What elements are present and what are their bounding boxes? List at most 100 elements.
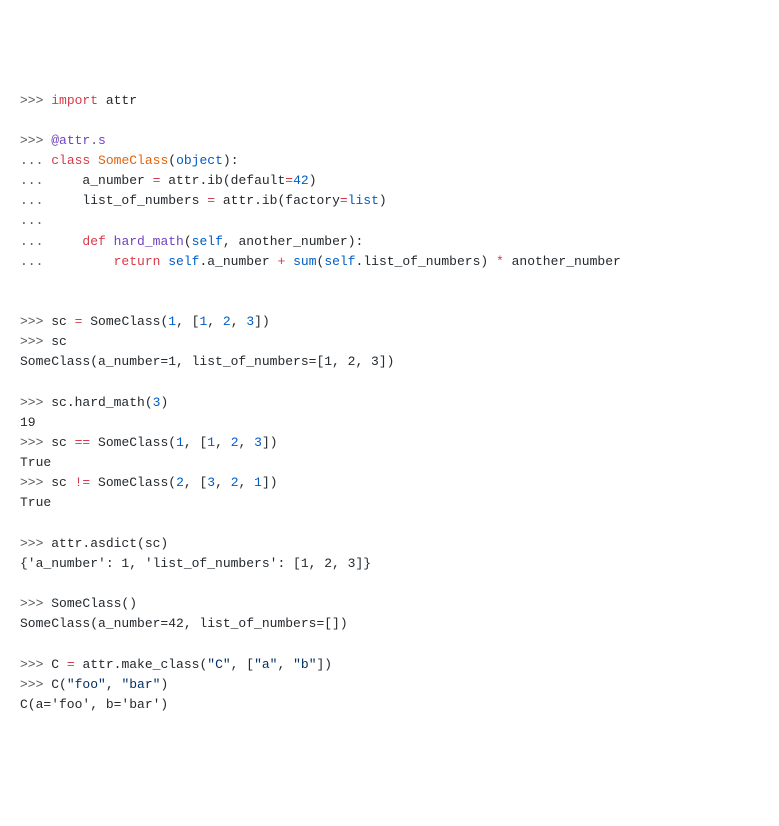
code-token: 2 xyxy=(176,475,184,490)
code-token: ]) xyxy=(317,657,333,672)
code-token: "b" xyxy=(293,657,316,672)
code-token: sc xyxy=(51,334,67,349)
code-token: 3 xyxy=(246,314,254,329)
code-token: , xyxy=(215,475,231,490)
code-token: , xyxy=(215,435,231,450)
code-token: 2 xyxy=(231,435,239,450)
code-line: >>> sc != SomeClass(2, [3, 2, 1]) xyxy=(20,475,278,490)
code-token: , xyxy=(106,677,122,692)
code-token: sc xyxy=(51,475,74,490)
code-token xyxy=(285,254,293,269)
code-token: ]) xyxy=(262,475,278,490)
code-token: SomeClass xyxy=(98,153,168,168)
code-token: C( xyxy=(51,677,67,692)
code-line: >>> C("foo", "bar") xyxy=(20,677,168,692)
code-token: ) xyxy=(160,395,168,410)
code-token: self xyxy=(192,234,223,249)
code-line: ... class SomeClass(object): xyxy=(20,153,239,168)
code-line: {'a_number': 1, 'list_of_numbers': [1, 2… xyxy=(20,556,371,571)
code-token: , another_number): xyxy=(223,234,363,249)
code-token: self xyxy=(324,254,355,269)
code-token: .list_of_numbers) xyxy=(356,254,496,269)
code-token: attr.asdict(sc) xyxy=(51,536,168,551)
code-token: .a_number xyxy=(199,254,277,269)
code-token: a_number xyxy=(82,173,152,188)
code-token: , [ xyxy=(184,475,207,490)
code-token: , xyxy=(239,475,255,490)
code-token: def xyxy=(82,234,105,249)
code-line: >>> attr.asdict(sc) xyxy=(20,536,168,551)
code-token: >>> xyxy=(20,93,51,108)
code-token: , xyxy=(231,314,247,329)
code-token: import xyxy=(51,93,98,108)
code-token: sum xyxy=(293,254,316,269)
code-token: sc.hard_math( xyxy=(51,395,152,410)
code-token: ( xyxy=(168,153,176,168)
code-token: ]) xyxy=(254,314,270,329)
code-line: >>> sc.hard_math(3) xyxy=(20,395,168,410)
code-token: * xyxy=(496,254,504,269)
code-token: True xyxy=(20,495,51,510)
code-token: = xyxy=(67,657,75,672)
code-token: "C" xyxy=(207,657,230,672)
code-token xyxy=(106,234,114,249)
code-line: >>> C = attr.make_class("C", ["a", "b"]) xyxy=(20,657,332,672)
code-token: list xyxy=(348,193,379,208)
code-token: >>> xyxy=(20,435,51,450)
code-token: 42 xyxy=(293,173,309,188)
code-token: = xyxy=(207,193,215,208)
code-token: SomeClass(a_number=42, list_of_numbers=[… xyxy=(20,616,348,631)
code-token: 1 xyxy=(254,475,262,490)
code-line: ... return self.a_number + sum(self.list… xyxy=(20,254,621,269)
code-line: ... def hard_math(self, another_number): xyxy=(20,234,363,249)
code-token: SomeClass( xyxy=(90,435,176,450)
code-token: ) xyxy=(309,173,317,188)
code-token: , [ xyxy=(231,657,254,672)
code-token: object xyxy=(176,153,223,168)
code-line: ... xyxy=(20,213,43,228)
code-token: >>> xyxy=(20,133,51,148)
code-token: >>> xyxy=(20,314,51,329)
code-token: 3 xyxy=(207,475,215,490)
code-token: SomeClass( xyxy=(82,314,168,329)
code-token: "bar" xyxy=(121,677,160,692)
code-token: class xyxy=(51,153,90,168)
code-token: >>> xyxy=(20,657,51,672)
code-token: "a" xyxy=(254,657,277,672)
code-token: >>> xyxy=(20,395,51,410)
code-token: >>> xyxy=(20,677,51,692)
code-token: ... xyxy=(20,153,51,168)
code-line: C(a='foo', b='bar') xyxy=(20,697,168,712)
code-token: ... xyxy=(20,193,82,208)
code-token: "foo" xyxy=(67,677,106,692)
code-token: 2 xyxy=(223,314,231,329)
code-token: 19 xyxy=(20,415,36,430)
code-line: True xyxy=(20,495,51,510)
code-token: attr.ib(default xyxy=(160,173,285,188)
code-token: ( xyxy=(184,234,192,249)
code-token: 2 xyxy=(231,475,239,490)
code-line: >>> sc == SomeClass(1, [1, 2, 3]) xyxy=(20,435,278,450)
code-token: ... xyxy=(20,254,114,269)
code-token: 1 xyxy=(176,435,184,450)
code-token: C xyxy=(51,657,67,672)
code-token: True xyxy=(20,455,51,470)
code-token: >>> xyxy=(20,475,51,490)
code-token: ]) xyxy=(262,435,278,450)
code-token: sc xyxy=(51,435,74,450)
code-token: @attr.s xyxy=(51,133,106,148)
code-token: SomeClass(a_number=1, list_of_numbers=[1… xyxy=(20,354,394,369)
code-token: list_of_numbers xyxy=(82,193,207,208)
code-token: != xyxy=(75,475,91,490)
code-token: , xyxy=(207,314,223,329)
code-line: >>> @attr.s xyxy=(20,133,106,148)
code-token: = xyxy=(285,173,293,188)
code-block: >>> import attr >>> @attr.s ... class So… xyxy=(20,91,759,715)
code-line: True xyxy=(20,455,51,470)
code-token: attr.ib(factory xyxy=(215,193,340,208)
code-line: 19 xyxy=(20,415,36,430)
code-line: SomeClass(a_number=42, list_of_numbers=[… xyxy=(20,616,348,631)
code-line: ... a_number = attr.ib(default=42) xyxy=(20,173,317,188)
code-token: ) xyxy=(160,677,168,692)
code-token: attr xyxy=(98,93,137,108)
